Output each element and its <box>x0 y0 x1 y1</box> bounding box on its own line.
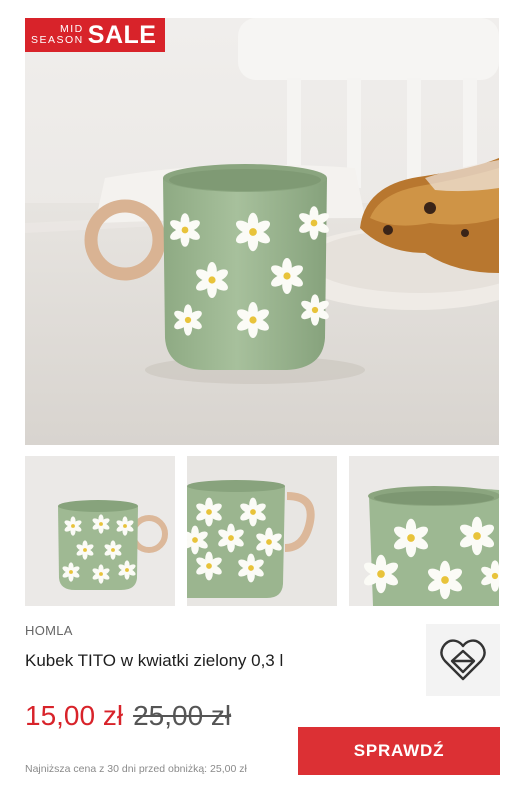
brand-logo[interactable] <box>426 624 500 696</box>
sale-badge-title: SALE <box>87 20 157 49</box>
sale-badge-small-text: MID SEASON <box>31 24 84 46</box>
product-brand: HOMLA <box>25 623 73 638</box>
lowest-price-note: Najniższa cena z 30 dni przed obniżką: 2… <box>25 763 247 775</box>
thumbnail-strip <box>25 456 499 606</box>
thumbnail-2[interactable] <box>187 456 337 606</box>
product-title[interactable]: Kubek TITO w kwiatki zielony 0,3 l <box>25 650 285 671</box>
price-row: 15,00 zł 25,00 zł <box>25 700 231 732</box>
main-product-image[interactable]: MID SEASON SALE <box>25 18 499 445</box>
sale-badge: MID SEASON SALE <box>25 18 165 52</box>
check-button[interactable]: SPRAWDŹ <box>298 727 500 775</box>
price-current: 15,00 zł <box>25 700 124 731</box>
price-old: 25,00 zł <box>133 700 232 731</box>
thumbnail-1[interactable] <box>25 456 175 606</box>
sale-badge-line-2: SEASON <box>31 34 84 46</box>
thumbnail-3[interactable] <box>349 456 499 606</box>
heart-house-logo-icon <box>440 639 486 681</box>
